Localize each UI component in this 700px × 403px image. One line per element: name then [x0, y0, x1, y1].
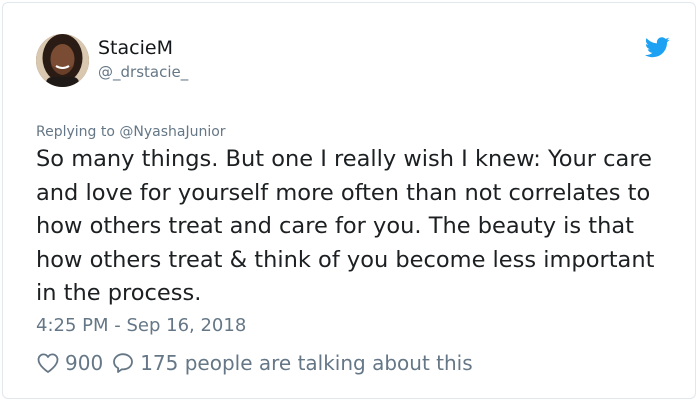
tweet-text: So many things. But one I really wish I …	[36, 146, 655, 306]
tweet-card: StacieM @_drstacie_ Replying to @NyashaJ…	[2, 2, 696, 399]
author-handle[interactable]: @_drstacie_	[98, 63, 188, 81]
talking-count-text: 175 people are talking about this	[140, 351, 473, 375]
reply-prefix: Replying to	[36, 124, 115, 140]
tweet-timestamp[interactable]: 4:25 PM - Sep 16, 2018	[36, 315, 246, 337]
avatar[interactable]	[36, 34, 89, 87]
reply-context: Replying to @NyashaJunior	[36, 123, 226, 141]
author-display-name[interactable]: StacieM	[98, 36, 173, 60]
reply-mention-link[interactable]: @NyashaJunior	[119, 124, 225, 140]
twitter-bird-icon[interactable]	[645, 37, 670, 58]
heart-icon	[37, 353, 59, 373]
like-count: 900	[65, 351, 104, 375]
like-button[interactable]: 900	[36, 351, 103, 375]
tweet-actions: 900 175 people are talking about this	[36, 349, 473, 377]
replies-button[interactable]: 175 people are talking about this	[111, 351, 473, 375]
avatar-image	[36, 34, 89, 87]
speech-bubble-icon	[113, 353, 134, 373]
